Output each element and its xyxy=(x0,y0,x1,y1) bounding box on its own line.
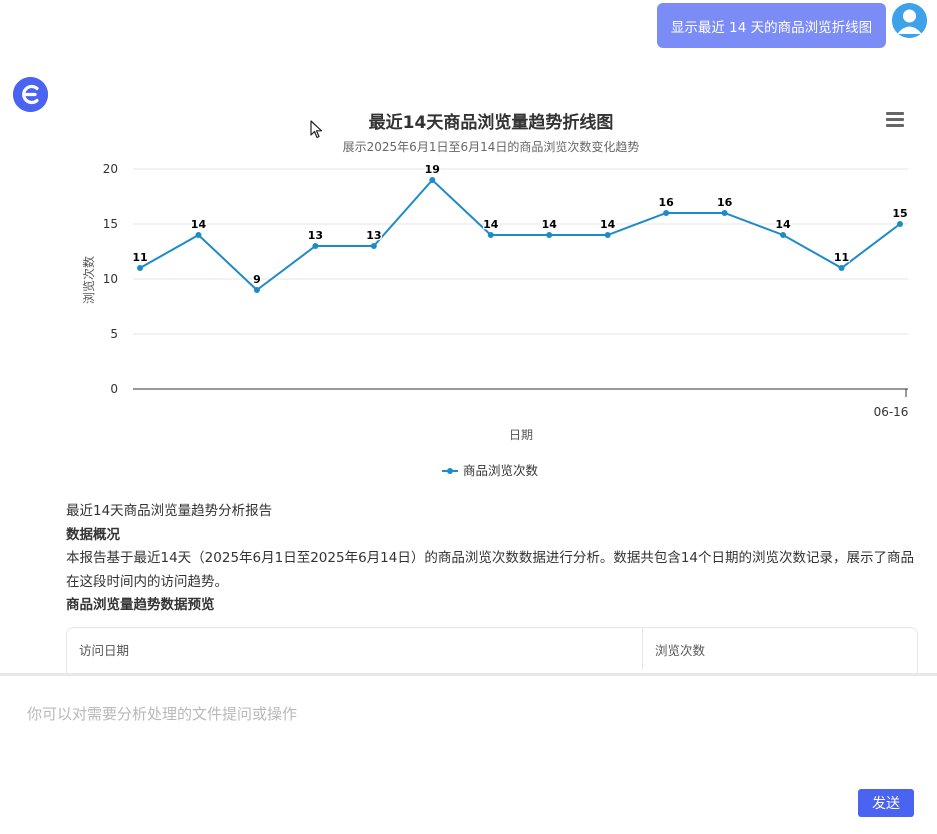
hamburger-menu-icon[interactable] xyxy=(886,112,904,128)
report-title: 最近14天商品浏览量趋势分析报告 xyxy=(66,503,273,519)
data-point xyxy=(604,232,611,238)
data-preview-table: 访问日期 浏览次数 xyxy=(66,627,918,675)
data-point xyxy=(838,265,845,271)
table-header-cell[interactable]: 访问日期 xyxy=(67,628,643,670)
data-point xyxy=(721,210,728,216)
y-tick-label: 0 xyxy=(110,382,118,396)
data-label: 14 xyxy=(600,218,616,231)
data-label: 14 xyxy=(542,218,558,231)
data-label: 11 xyxy=(132,251,147,264)
data-label: 15 xyxy=(892,207,907,220)
chart-title: 最近14天商品浏览量趋势折线图 xyxy=(368,113,614,133)
data-point xyxy=(195,232,202,238)
legend-label: 商品浏览次数 xyxy=(463,463,539,478)
data-point xyxy=(137,265,143,271)
data-label: 11 xyxy=(834,251,849,264)
data-label: 16 xyxy=(658,196,674,209)
data-point xyxy=(663,210,670,216)
message-input[interactable] xyxy=(0,676,937,834)
user-icon[interactable] xyxy=(892,3,927,38)
data-point xyxy=(253,287,260,293)
y-tick-label: 15 xyxy=(103,217,118,231)
chat-page: 显示最近 14 天的商品浏览折线图 0 5 10 15 20 06-16 日期 浏览次数 11 1… xyxy=(0,0,937,834)
data-label: 14 xyxy=(775,218,791,231)
section-heading: 商品浏览量趋势数据预览 xyxy=(66,597,215,613)
data-label: 19 xyxy=(425,163,440,176)
section-heading: 数据概况 xyxy=(66,526,120,543)
y-axis-title: 浏览次数 xyxy=(81,256,96,304)
data-label: 13 xyxy=(308,229,323,242)
data-label: 14 xyxy=(483,218,499,231)
user-message-text: 显示最近 14 天的商品浏览折线图 xyxy=(670,19,873,36)
data-point xyxy=(780,232,787,238)
user-message-bubble: 显示最近 14 天的商品浏览折线图 xyxy=(657,3,886,48)
y-tick-label: 10 xyxy=(103,272,118,286)
table-header-cell[interactable]: 浏览次数 xyxy=(643,628,917,670)
x-tick-label: 06-16 xyxy=(874,405,909,419)
data-point xyxy=(312,243,319,249)
data-label: 16 xyxy=(717,196,733,209)
data-label: 9 xyxy=(253,273,261,286)
y-tick-label: 5 xyxy=(110,327,118,341)
data-point xyxy=(897,221,903,227)
section-paragraph: 本报告基于最近14天（2025年6月1日至2025年6月14日）的商品浏览次数数… xyxy=(66,550,915,590)
line-chart: 0 5 10 15 20 06-16 日期 浏览次数 11 14 9 13 13 19 14 14 14 16 16… xyxy=(66,100,926,490)
data-point xyxy=(429,177,436,183)
data-label: 14 xyxy=(191,218,207,231)
send-button[interactable]: 发送 xyxy=(858,789,914,817)
data-point xyxy=(487,232,494,238)
analysis-report: 最近14天商品浏览量趋势分析报告 数据概况 本报告基于最近14天（2025年6月… xyxy=(66,500,926,618)
chart-subtitle: 展示2025年6月1日至6月14日的商品浏览次数变化趋势 xyxy=(342,140,640,154)
chart-canvas: 0 5 10 15 20 06-16 日期 浏览次数 11 14 9 13 13 19 14 14 14 16 16… xyxy=(81,162,909,478)
e-logo-icon xyxy=(13,77,48,112)
data-label: 13 xyxy=(366,229,381,242)
input-placeholder: 你可以对需要分析处理的文件提问或操作 xyxy=(27,705,298,723)
data-point xyxy=(546,232,553,238)
data-point xyxy=(370,243,377,249)
legend-marker xyxy=(447,468,453,474)
y-tick-label: 20 xyxy=(103,162,118,176)
x-axis-title: 日期 xyxy=(509,428,533,442)
